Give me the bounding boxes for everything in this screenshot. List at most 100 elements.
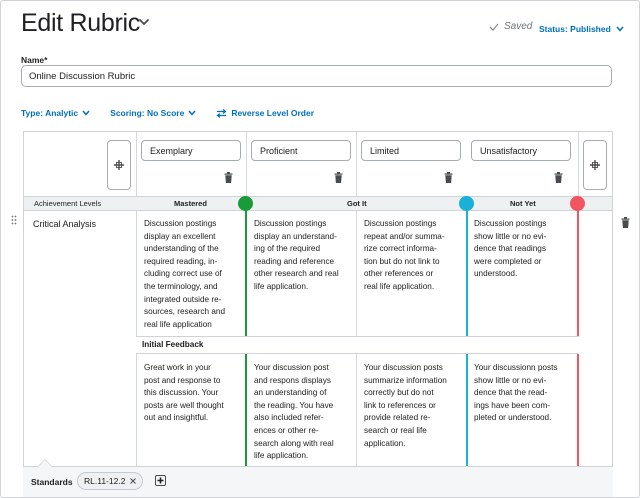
- scoring-dropdown[interactable]: Scoring: No Score: [110, 108, 196, 118]
- achievement-mastered: Mastered: [174, 199, 207, 208]
- level-name-input[interactable]: [361, 140, 461, 161]
- text-line: sources, research and: [144, 307, 226, 317]
- text-line: tion but do not link to: [364, 256, 440, 266]
- criterion-name[interactable]: Critical Analysis: [33, 219, 96, 229]
- text-line: the terminology, and: [144, 281, 218, 291]
- text-line: search or real life: [364, 425, 427, 435]
- rubric-grid: Achievement Levels Mastered Got It Not Y…: [23, 131, 613, 497]
- column-divider: [136, 132, 137, 466]
- feedback-limited[interactable]: Your discussion posts summarize informat…: [364, 362, 468, 450]
- standard-chip[interactable]: RL.11-12.2: [77, 472, 144, 490]
- saved-indicator: Saved: [489, 21, 532, 32]
- level-name-input[interactable]: [251, 140, 351, 161]
- swap-arrows-icon: [216, 108, 227, 118]
- text-line: application.: [364, 438, 406, 448]
- text-line: an understanding of: [254, 388, 327, 398]
- criterion-description-limited[interactable]: Discussion postings repeat and/or summa-…: [364, 218, 468, 294]
- criterion-description-unsatisfactory[interactable]: Discussion postings show little or no ev…: [474, 218, 578, 281]
- column-divider: [246, 132, 247, 196]
- text-line: cluding correct use of: [144, 269, 222, 279]
- text-line: real life application.: [364, 281, 435, 291]
- text-line: ings have been com-: [474, 400, 551, 410]
- text-line: repeat and/or summa-: [364, 231, 445, 241]
- text-line: also included refer-: [254, 413, 324, 423]
- text-line: Discussion postings: [474, 219, 547, 228]
- text-line: posts are well thought: [144, 400, 224, 410]
- text-line: show little or no evi-: [474, 375, 547, 385]
- level-name-input[interactable]: [141, 140, 241, 161]
- initial-feedback-row: Initial Feedback: [136, 336, 579, 354]
- close-icon[interactable]: [130, 478, 137, 484]
- text-line: reading and reference: [254, 256, 335, 266]
- trash-icon[interactable]: [554, 172, 563, 183]
- chevron-down-icon: [616, 26, 624, 32]
- reverse-level-order-button[interactable]: Reverse Level Order: [216, 108, 314, 118]
- feedback-exemplary[interactable]: Great work in your post and response to …: [144, 362, 248, 425]
- name-input[interactable]: [21, 65, 612, 87]
- text-line: pleted or understood.: [474, 413, 552, 423]
- trash-icon[interactable]: [334, 172, 343, 183]
- text-line: required reading, in-: [144, 256, 218, 266]
- text-line: post and response to: [144, 375, 221, 385]
- mastered-threshold-handle[interactable]: [238, 196, 253, 211]
- text-line: real life application: [144, 319, 212, 329]
- saved-label: Saved: [504, 21, 533, 32]
- delete-criterion-icon[interactable]: [621, 217, 630, 228]
- level-name-input[interactable]: [471, 140, 571, 161]
- add-column-icon: [114, 160, 124, 170]
- got-it-threshold-handle[interactable]: [459, 196, 474, 211]
- add-level-left-button[interactable]: [107, 140, 131, 190]
- type-dropdown[interactable]: Type: Analytic: [21, 108, 90, 118]
- criterion-description-exemplary[interactable]: Discussion postings display an excellent…: [144, 218, 248, 331]
- text-line: Your discussion posts: [364, 363, 443, 372]
- text-line: summarize information: [364, 375, 447, 385]
- add-level-right-button[interactable]: [583, 140, 607, 190]
- text-line: correctly but do not: [364, 388, 434, 398]
- not-yet-threshold-handle[interactable]: [570, 196, 585, 211]
- text-line: Discussion postings: [254, 219, 327, 228]
- type-label: Type: Analytic: [21, 108, 79, 118]
- feedback-proficient[interactable]: Your discussion post and respons display…: [254, 362, 358, 463]
- feedback-unsatisfactory[interactable]: Your discussionn posts show little or no…: [474, 362, 578, 425]
- text-line: display an excellent: [144, 231, 216, 241]
- reverse-label: Reverse Level Order: [231, 108, 315, 118]
- trash-icon[interactable]: [444, 172, 453, 183]
- text-line: understanding of the: [144, 244, 219, 254]
- text-line: Your discussion post: [254, 363, 329, 372]
- text-line: dence that readings: [474, 244, 546, 254]
- text-line: life application.: [254, 451, 309, 461]
- status-label: Status: Published: [539, 24, 611, 34]
- criterion-description-proficient[interactable]: Discussion postings display an understan…: [254, 218, 358, 294]
- rubric-options: Type: Analytic Scoring: No Score Reverse…: [21, 108, 314, 118]
- text-line: other references or: [364, 269, 434, 279]
- text-line: search along with real: [254, 438, 334, 448]
- text-line: dence that the read-: [474, 388, 548, 398]
- rubric-editor: Edit Rubric Saved Status: Published Name…: [0, 0, 640, 498]
- text-line: link to references or: [364, 400, 436, 410]
- text-line: and respons displays: [254, 375, 331, 385]
- status-dropdown[interactable]: Status: Published: [539, 24, 624, 34]
- text-line: Discussion postings: [144, 219, 217, 228]
- text-line: rize correct informa-: [364, 244, 437, 254]
- text-line: display an understand-: [254, 231, 337, 241]
- achievement-levels-header: Achievement Levels: [34, 199, 102, 208]
- trash-icon[interactable]: [224, 172, 233, 183]
- standards-pointer-fill: [38, 460, 52, 467]
- text-line: the reading. You have: [254, 400, 334, 410]
- text-line: Great work in your: [144, 363, 211, 372]
- checkmark-icon: [489, 23, 499, 31]
- text-line: integrated outside re-: [144, 294, 222, 304]
- add-standard-icon[interactable]: [155, 475, 166, 486]
- standards-label: Standards: [31, 477, 73, 487]
- scoring-label: Scoring: No Score: [110, 108, 185, 118]
- title-menu-chevron-icon[interactable]: [137, 15, 151, 29]
- text-line: ences or other re-: [254, 425, 319, 435]
- drag-handle-icon[interactable]: [11, 215, 17, 225]
- text-line: life application.: [254, 281, 309, 291]
- text-line: provide related re-: [364, 413, 431, 423]
- page-title: Edit Rubric: [21, 9, 140, 37]
- text-line: this discussion. Your: [144, 388, 219, 398]
- achievement-got-it: Got It: [347, 199, 367, 208]
- text-line: other research and real: [254, 269, 339, 279]
- text-line: Your discussionn posts: [474, 363, 558, 372]
